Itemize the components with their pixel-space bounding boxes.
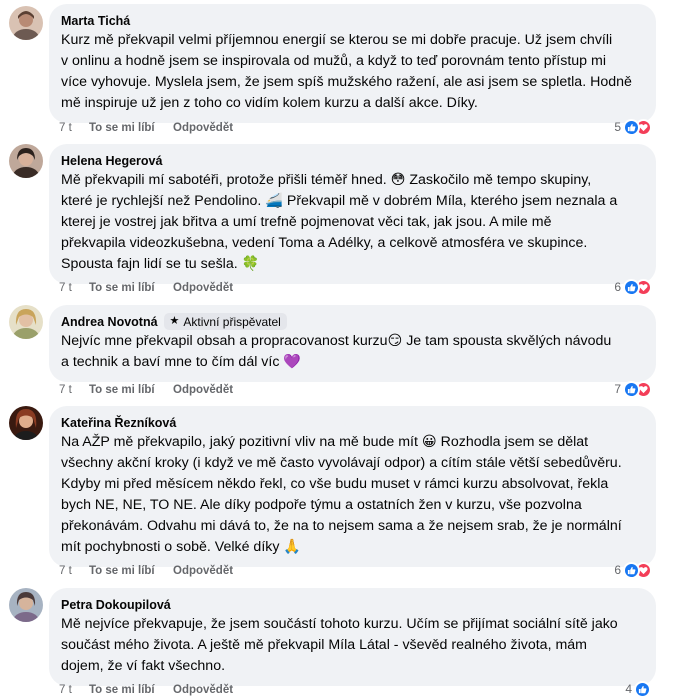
comment-bubble: Marta Tichá Kurz mě překvapil velmi příj… [49,4,656,123]
reactions-summary[interactable]: 6 [614,561,652,579]
avatar[interactable] [9,144,43,178]
avatar[interactable] [9,6,43,40]
comment-actions: 7 t To se mi líbí Odpovědět [59,563,233,579]
reply-button[interactable]: Odpovědět [173,122,233,134]
comment-actions: 7 t To se mi líbí Odpovědět [59,682,233,698]
like-icon [634,680,651,698]
badge-label: Aktivní přispěvatel [183,314,281,329]
comment-author[interactable]: Andrea Novotná [61,315,158,329]
reaction-count: 5 [614,120,621,134]
comment-author[interactable]: Kateřina Řezníková [61,416,176,430]
avatar[interactable] [9,305,43,339]
like-button[interactable]: To se mi líbí [89,122,173,134]
comment-text: Na AŽP mě překvapilo, jaký pozitivní vli… [61,434,622,555]
comment-author[interactable]: Petra Dokoupilová [61,598,171,612]
contributor-badge[interactable]: ★ Aktivní přispěvatel [163,313,287,330]
like-icon [623,561,640,579]
comment-time[interactable]: 7 t [59,684,89,696]
comment-author[interactable]: Marta Tichá [61,14,130,28]
comment-actions: 7 t To se mi líbí Odpovědět [59,120,233,136]
comment-text: Kurz mě překvapil velmi příjemnou energi… [61,32,632,111]
comment-time[interactable]: 7 t [59,384,89,396]
reaction-count: 6 [614,563,621,577]
comment-time[interactable]: 7 t [59,565,89,577]
like-button[interactable]: To se mi líbí [89,565,173,577]
like-icon [623,278,640,296]
avatar[interactable] [9,588,43,622]
reaction-count: 6 [614,280,621,294]
like-button[interactable]: To se mi líbí [89,282,173,294]
reactions-summary[interactable]: 6 [614,278,652,296]
reply-button[interactable]: Odpovědět [173,565,233,577]
reaction-count: 7 [614,382,621,396]
reply-button[interactable]: Odpovědět [173,384,233,396]
comment-bubble: Petra Dokoupilová Mě nejvíce překvapuje,… [49,588,656,686]
comment-bubble: Kateřina Řezníková Na AŽP mě překvapilo,… [49,406,656,567]
comment-text: Mě překvapili mí sabotéři, protože přišl… [61,172,618,272]
like-button[interactable]: To se mi líbí [89,384,173,396]
star-icon: ★ [169,315,180,327]
avatar[interactable] [9,406,43,440]
reaction-count: 4 [625,682,632,696]
comment-actions: 7 t To se mi líbí Odpovědět [59,382,233,398]
reactions-summary[interactable]: 7 [614,380,652,398]
reply-button[interactable]: Odpovědět [173,684,233,696]
like-icon [623,118,640,136]
comment-bubble: Andrea Novotná ★ Aktivní přispěvatel Nejv… [49,305,656,382]
comment-time[interactable]: 7 t [59,282,89,294]
comment-text: Mě nejvíce překvapuje, že jsem součástí … [61,616,618,674]
reactions-summary[interactable]: 4 [625,680,651,698]
comment-author[interactable]: Helena Hegerová [61,154,162,168]
reactions-summary[interactable]: 5 [614,118,652,136]
like-icon [623,380,640,398]
comment-actions: 7 t To se mi líbí Odpovědět [59,280,233,296]
comment-text: Nejvíc mne překvapil obsah a propracovan… [61,333,612,370]
comment-bubble: Helena Hegerová Mě překvapili mí sabotéř… [49,144,656,284]
comment-time[interactable]: 7 t [59,122,89,134]
like-button[interactable]: To se mi líbí [89,684,173,696]
reply-button[interactable]: Odpovědět [173,282,233,294]
